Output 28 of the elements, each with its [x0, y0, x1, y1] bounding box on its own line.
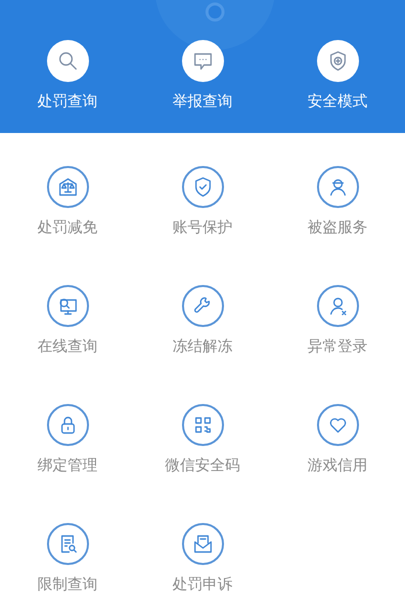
service-label[interactable]: 账号保护	[172, 217, 232, 237]
service-label[interactable]: 处罚申诉	[172, 574, 232, 594]
service-icon-button[interactable]	[182, 285, 224, 327]
service-icon-button[interactable]	[316, 285, 358, 327]
menu-label[interactable]: 处罚查询	[38, 91, 98, 111]
service-label[interactable]: 在线查询	[38, 336, 98, 356]
service-icon-button[interactable]	[46, 285, 88, 327]
service-label[interactable]: 游戏信用	[308, 455, 368, 475]
service-label[interactable]: 异常登录	[308, 336, 368, 356]
menu-label[interactable]: 举报查询	[172, 91, 232, 111]
service-icon-button[interactable]	[46, 523, 88, 565]
service-icon-button[interactable]	[182, 523, 224, 565]
menu-icon-button[interactable]	[46, 40, 88, 82]
service-label[interactable]: 绑定管理	[38, 455, 98, 475]
service-icon-button[interactable]	[46, 166, 88, 208]
service-icon-button[interactable]	[46, 404, 88, 446]
service-label[interactable]: 被盗服务	[308, 217, 368, 237]
menu-label[interactable]: 安全模式	[308, 91, 368, 111]
service-label[interactable]: 处罚减免	[38, 217, 98, 237]
service-icon-button[interactable]	[316, 404, 358, 446]
service-label[interactable]: 微信安全码	[165, 455, 240, 475]
service-icon-button[interactable]	[316, 166, 358, 208]
menu-icon-button[interactable]	[316, 40, 358, 82]
service-label[interactable]: 冻结解冻	[172, 336, 232, 356]
service-icon-button[interactable]	[182, 166, 224, 208]
service-icon-button[interactable]	[182, 404, 224, 446]
menu-icon-button[interactable]	[182, 40, 224, 82]
service-label[interactable]: 限制查询	[38, 574, 98, 594]
